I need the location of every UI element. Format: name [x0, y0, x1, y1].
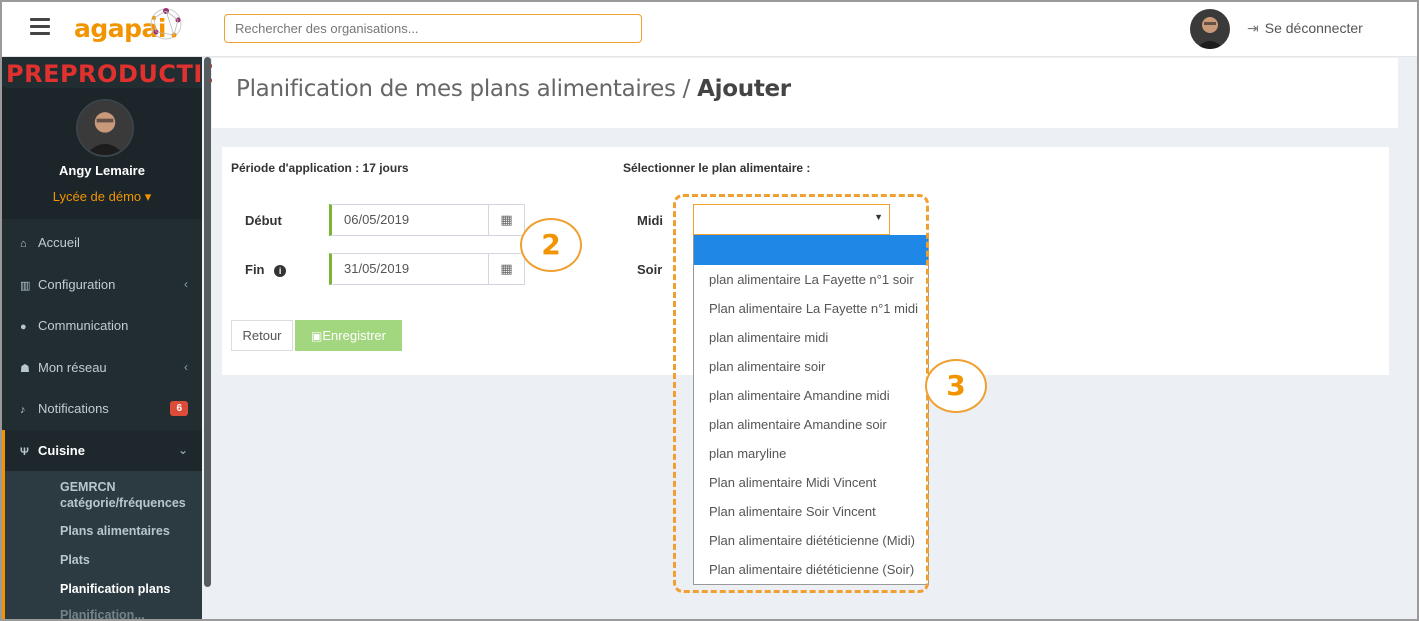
sidebar-user-avatar: [76, 99, 134, 157]
environment-label: PREPRODUCTION: [6, 60, 245, 88]
submenu-item-plats[interactable]: Plats: [5, 552, 202, 568]
organisation-search-input[interactable]: [224, 14, 642, 43]
info-icon[interactable]: i: [274, 265, 287, 277]
step-3-annotation: 3: [925, 359, 987, 413]
menu-toggle-icon[interactable]: [30, 18, 50, 36]
sidebar-item-label: Configuration: [38, 276, 116, 292]
sign-out-icon: ⇥: [1247, 20, 1259, 36]
end-date-value: 31/05/2019: [344, 261, 410, 276]
back-button[interactable]: Retour: [231, 320, 293, 351]
start-date-input[interactable]: 06/05/2019 ▦: [329, 204, 525, 236]
soir-label: Soir: [637, 262, 663, 277]
save-button[interactable]: ▣Enregistrer: [295, 320, 402, 351]
start-date-value: 06/05/2019: [344, 212, 410, 227]
notification-count-badge: 6: [170, 401, 188, 416]
cuisine-submenu: GEMRCN catégorie/fréquences Plans alimen…: [2, 471, 202, 619]
user-avatar[interactable]: [1190, 9, 1230, 49]
submenu-item-gemrcn[interactable]: GEMRCN catégorie/fréquences: [5, 479, 190, 511]
chevron-left-icon: ‹: [184, 359, 188, 374]
sidebar-item-label: Cuisine: [38, 442, 85, 458]
start-date-label: Début: [245, 213, 282, 228]
period-label: Période d'application : 17 jours: [231, 161, 409, 175]
bank-icon: ▥: [20, 279, 31, 292]
sidebar-item-mon-reseau[interactable]: ☗ Mon réseau ‹: [2, 347, 202, 389]
content-header: Planification de mes plans alimentaires …: [212, 58, 1398, 128]
comments-icon: ●: [20, 321, 27, 333]
plan-select-label: Sélectionner le plan alimentaire :: [623, 161, 811, 175]
sidebar-item-label: Communication: [38, 318, 129, 333]
user-name: Angy Lemaire: [59, 163, 145, 178]
sidebar-item-communication[interactable]: ● Communication: [2, 305, 202, 347]
sidebar-item-label: Mon réseau: [38, 359, 107, 375]
sidebar-item-configuration[interactable]: ▥ Configuration ‹: [2, 264, 202, 306]
sidebar: Angy Lemaire Lycée de démo ▾ PREPRODUCTI…: [2, 57, 245, 619]
end-date-label: Fin i: [245, 262, 287, 277]
sidebar-nav: ⌂ Accueil ▥ Configuration ‹ ● Communication…: [2, 222, 202, 619]
logout-label: Se déconnecter: [1264, 20, 1363, 36]
users-icon: ☗: [20, 362, 30, 375]
page-title-prefix: Planification de mes plans alimentaires …: [236, 76, 698, 102]
cutlery-icon: Ψ: [20, 445, 29, 458]
user-panel: Angy Lemaire Lycée de démo ▾: [2, 87, 202, 219]
sidebar-item-label: Accueil: [38, 235, 80, 250]
midi-label: Midi: [637, 213, 663, 228]
top-navbar: agapai ⇥Se déconnecter: [2, 2, 1417, 57]
chevron-left-icon: ‹: [184, 276, 188, 291]
page-title: Planification de mes plans alimentaires …: [236, 76, 791, 102]
sidebar-item-notifications[interactable]: ♪ Notifications 6: [2, 388, 202, 430]
save-label: Enregistrer: [322, 328, 386, 343]
submenu-item-planification-plans[interactable]: Planification plans: [5, 581, 202, 597]
calendar-icon[interactable]: ▦: [488, 205, 524, 235]
network-logo-icon: [150, 8, 182, 40]
end-date-input[interactable]: 31/05/2019 ▦: [329, 253, 525, 285]
school-selector[interactable]: Lycée de démo ▾: [2, 189, 202, 205]
sidebar-scrollbar[interactable]: [204, 57, 211, 587]
app-window: agapai ⇥Se déconnecter: [0, 0, 1419, 621]
submenu-item-plans-alimentaires[interactable]: Plans alimentaires: [5, 523, 202, 539]
page-title-action: Ajouter: [697, 76, 791, 102]
calendar-icon[interactable]: ▦: [488, 254, 524, 284]
sidebar-item-cuisine[interactable]: Ψ Cuisine ⌄: [2, 429, 202, 471]
sidebar-item-label: Notifications: [38, 401, 109, 416]
logout-link[interactable]: ⇥ Se déconnecter: [1247, 20, 1363, 37]
step-2-annotation: 2: [520, 218, 582, 272]
sidebar-item-accueil[interactable]: ⌂ Accueil: [2, 222, 202, 264]
dropdown-highlight-frame: [673, 194, 929, 593]
submenu-item-planification-more[interactable]: Planification...: [5, 607, 202, 619]
end-date-label-text: Fin: [245, 262, 265, 277]
save-icon: ▣: [311, 329, 323, 343]
home-icon: ⌂: [20, 238, 27, 250]
bell-icon: ♪: [20, 404, 26, 416]
chevron-down-icon: ⌄: [177, 442, 188, 457]
